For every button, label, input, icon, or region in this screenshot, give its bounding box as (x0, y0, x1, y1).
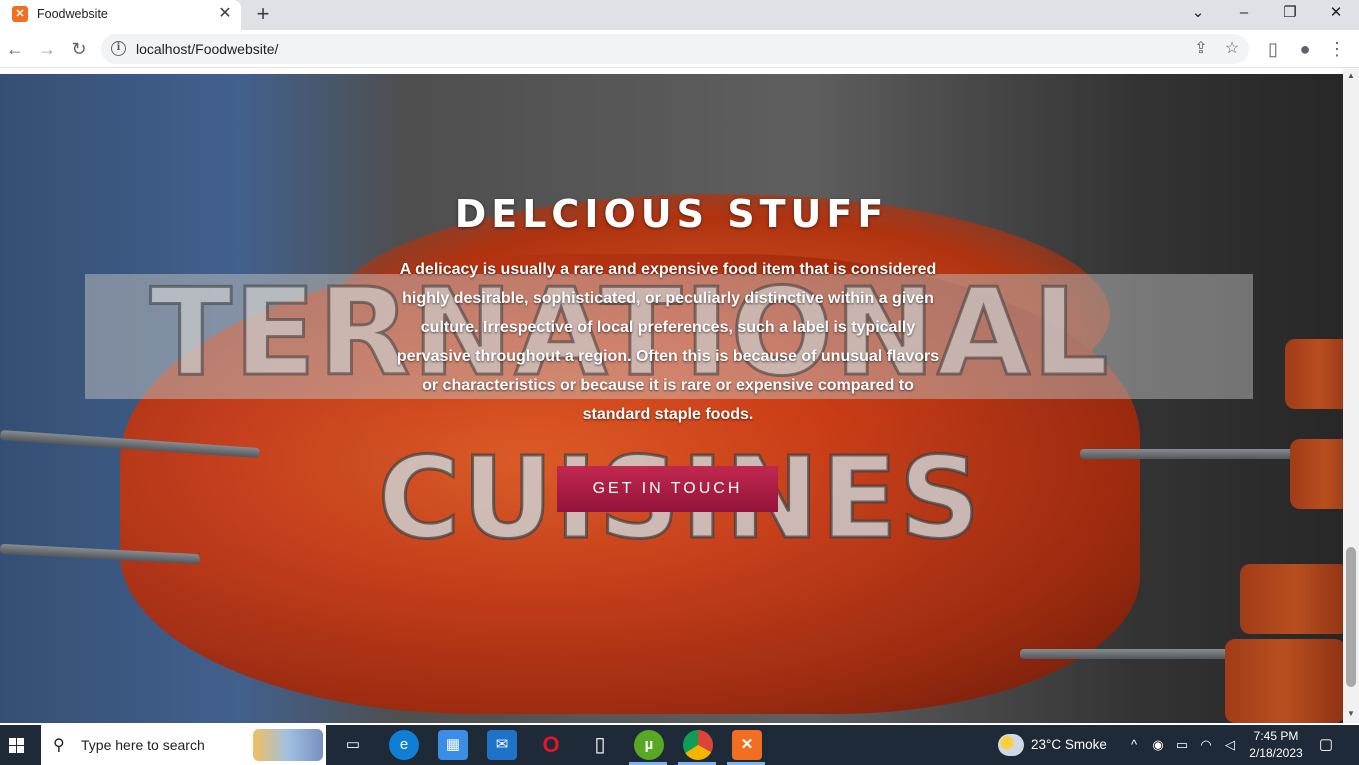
close-tab-icon[interactable]: ✕ (216, 5, 234, 23)
windows-logo-icon (17, 746, 24, 753)
search-icon: ⚲ (53, 737, 65, 754)
hero-section: TERNATIONAL CUISINES DELCIOUS STUFF A de… (0, 74, 1343, 723)
side-panel-icon[interactable]: ▯ (1262, 38, 1284, 60)
meet-now-icon[interactable]: ◉ (1149, 736, 1167, 754)
url-text[interactable]: localhost/Foodwebsite/ (136, 41, 278, 57)
profile-avatar-icon[interactable]: ● (1294, 38, 1316, 60)
weather-text[interactable]: 23°C Smoke (1031, 737, 1107, 752)
page-viewport: TERNATIONAL CUISINES DELCIOUS STUFF A de… (0, 69, 1359, 723)
xampp-icon: ✕ (12, 6, 28, 22)
browser-tab[interactable]: ✕ Foodwebsite ✕ (0, 0, 241, 30)
chevron-up-icon[interactable]: ^ (1125, 736, 1143, 754)
new-tab-button[interactable]: + (252, 3, 274, 25)
scroll-down-arrow-icon[interactable]: ▼ (1343, 709, 1359, 721)
browser-toolbar: ← → ↻ i localhost/Foodwebsite/ ⇪ ☆ ▯ ● ⋮ (0, 30, 1359, 68)
notification-icon[interactable]: ▢ (1316, 735, 1336, 755)
clock-time: 7:45 PM (1253, 729, 1299, 743)
menu-kebab-icon[interactable]: ⋮ (1326, 38, 1348, 60)
forward-arrow-icon[interactable]: → (36, 38, 58, 60)
tab-search-icon[interactable]: ⌄ (1186, 3, 1210, 23)
scrollbar-thumb[interactable] (1346, 547, 1356, 687)
chrome-icon[interactable] (683, 730, 713, 760)
wifi-icon[interactable]: ◠ (1197, 736, 1215, 754)
utorrent-icon[interactable]: µ (634, 730, 664, 760)
start-button[interactable] (0, 725, 34, 765)
clock[interactable]: 7:45 PM 2/18/2023 (1248, 728, 1304, 762)
tab-title: Foodwebsite (37, 7, 108, 21)
taskbar-search[interactable]: ⚲ Type here to search (41, 725, 326, 765)
file-icon[interactable]: ▯ (585, 730, 615, 760)
get-in-touch-button[interactable]: GET IN TOUCH (557, 466, 778, 512)
bookmark-star-icon[interactable]: ☆ (1222, 39, 1242, 59)
site-info-icon[interactable]: i (111, 41, 126, 56)
edge-icon[interactable]: e (389, 730, 419, 760)
windows-logo-icon (17, 738, 24, 745)
volume-icon[interactable]: ◁ (1221, 736, 1239, 754)
scroll-up-arrow-icon[interactable]: ▲ (1343, 71, 1359, 83)
microsoft-store-icon[interactable]: ▦ (438, 730, 468, 760)
search-highlight-image (253, 729, 323, 761)
weather-cloud-icon[interactable] (998, 734, 1024, 756)
windows-taskbar: ⚲ Type here to search ▭ e ▦ ✉ O ▯ µ ✕ 23… (0, 725, 1359, 765)
opera-icon[interactable]: O (536, 730, 566, 760)
page-scrollbar[interactable]: ▲ ▼ (1343, 69, 1359, 723)
minimize-button[interactable]: – (1232, 3, 1256, 23)
address-bar[interactable]: i localhost/Foodwebsite/ ⇪ ☆ (101, 34, 1249, 64)
reload-icon[interactable]: ↻ (68, 38, 90, 60)
hero-description: A delicacy is usually a rare and expensi… (396, 261, 940, 423)
windows-logo-icon (9, 746, 16, 753)
hero-heading: DELCIOUS STUFF (454, 192, 889, 236)
back-arrow-icon[interactable]: ← (4, 38, 26, 60)
restore-button[interactable]: ❐ (1278, 3, 1302, 23)
task-view-icon[interactable]: ▭ (338, 730, 368, 760)
search-placeholder[interactable]: Type here to search (81, 737, 205, 753)
mail-icon[interactable]: ✉ (487, 730, 517, 760)
battery-icon[interactable]: ▭ (1173, 736, 1191, 754)
browser-tab-strip: ✕ Foodwebsite ✕ + ⌄ – ❐ ✕ (0, 0, 1359, 30)
close-window-button[interactable]: ✕ (1324, 3, 1348, 23)
share-icon[interactable]: ⇪ (1191, 39, 1211, 59)
clock-date: 2/18/2023 (1249, 746, 1303, 760)
windows-logo-icon (9, 738, 16, 745)
xampp-icon[interactable]: ✕ (732, 730, 762, 760)
